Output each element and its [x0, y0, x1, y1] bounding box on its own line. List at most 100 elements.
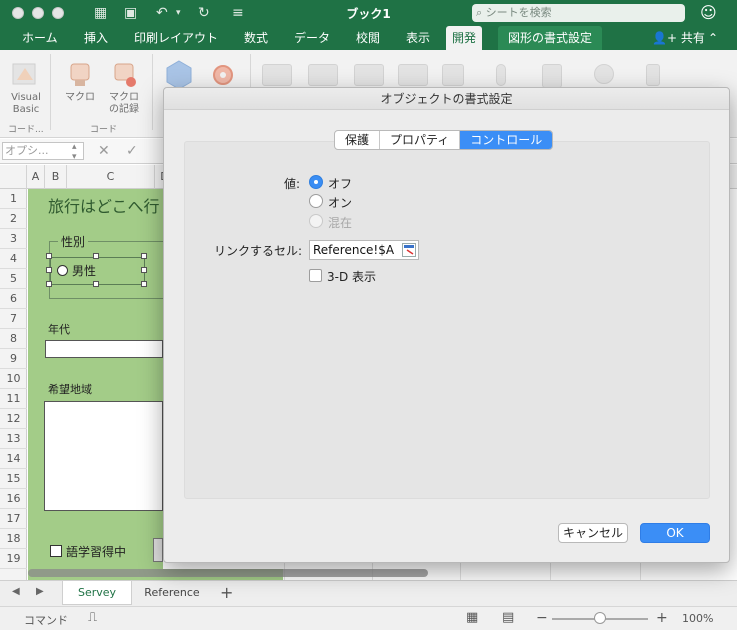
row-header[interactable]: 11: [0, 389, 27, 409]
feedback-smiley-icon[interactable]: ☺: [700, 3, 717, 22]
resize-handle[interactable]: [93, 253, 99, 259]
resize-handle[interactable]: [93, 281, 99, 287]
tab-page-layout[interactable]: 印刷レイアウト: [134, 26, 218, 50]
sheet-tab-reference[interactable]: Reference: [136, 581, 208, 605]
close-window-button[interactable]: [12, 7, 24, 19]
male-option-radio[interactable]: [57, 265, 68, 276]
cancel-formula-icon[interactable]: ✕: [98, 143, 110, 159]
row-header[interactable]: 9: [0, 349, 27, 369]
row-header[interactable]: 10: [0, 369, 27, 389]
row-header[interactable]: 17: [0, 509, 27, 529]
row-header[interactable]: 3: [0, 229, 27, 249]
record-macro-button[interactable]: マクロ の記録: [104, 60, 144, 116]
tab-protection[interactable]: 保護: [335, 131, 381, 149]
region-list-box[interactable]: [44, 401, 163, 511]
save-icon[interactable]: ▣: [124, 3, 137, 23]
list-box-control-icon[interactable]: [542, 64, 562, 88]
macro-record-icon[interactable]: ⎍: [88, 610, 97, 625]
confirm-formula-icon[interactable]: ✓: [126, 143, 138, 159]
zoom-in-icon[interactable]: +: [656, 610, 668, 626]
row-header[interactable]: 7: [0, 309, 27, 329]
tab-control[interactable]: コントロール: [460, 131, 553, 149]
zoom-out-icon[interactable]: −: [536, 610, 548, 626]
spinner-control-icon[interactable]: [646, 64, 660, 86]
language-checkbox[interactable]: [50, 545, 62, 557]
tab-review[interactable]: 校閲: [356, 26, 380, 50]
tab-shape-format[interactable]: 図形の書式設定: [498, 26, 603, 50]
row-header[interactable]: 2: [0, 209, 27, 229]
3d-shading-checkbox[interactable]: [309, 269, 322, 282]
add-sheet-icon[interactable]: +: [220, 583, 233, 602]
option-button-control-icon[interactable]: [594, 64, 614, 84]
name-box-stepper-icon[interactable]: ▴ ▾: [72, 142, 77, 162]
ok-button[interactable]: OK: [640, 523, 710, 543]
group-code-label: コード: [90, 125, 118, 135]
tab-insert[interactable]: 挿入: [84, 26, 108, 50]
label-control-icon[interactable]: [398, 64, 428, 86]
resize-handle[interactable]: [46, 267, 52, 273]
resize-handle[interactable]: [141, 253, 147, 259]
tab-formulas[interactable]: 数式: [244, 26, 268, 50]
column-header-b[interactable]: B: [45, 165, 67, 189]
column-header-a[interactable]: A: [27, 165, 45, 189]
horizontal-scrollbar[interactable]: [28, 569, 428, 577]
undo-icon[interactable]: ↶: [156, 3, 168, 23]
sheet-tab-servey[interactable]: Servey: [62, 581, 132, 605]
select-all-corner[interactable]: [0, 165, 27, 189]
resize-handle[interactable]: [46, 281, 52, 287]
column-header-c[interactable]: C: [67, 165, 155, 189]
normal-view-icon[interactable]: ▦: [466, 610, 478, 625]
resize-handle[interactable]: [141, 281, 147, 287]
row-header[interactable]: 19: [0, 549, 27, 569]
record-macro-label-1: マクロ: [109, 92, 139, 103]
row-header[interactable]: 14: [0, 449, 27, 469]
row-header[interactable]: 15: [0, 469, 27, 489]
submit-form-button[interactable]: [153, 538, 163, 562]
sidebar-icon[interactable]: ▦: [94, 3, 107, 23]
zoom-slider-thumb[interactable]: [594, 612, 606, 624]
row-header[interactable]: 18: [0, 529, 27, 549]
scroll-bar-control-icon[interactable]: [496, 64, 506, 86]
collapse-ribbon-icon[interactable]: ⌃: [708, 26, 718, 50]
collapse-dialog-icon[interactable]: [402, 243, 416, 257]
row-header[interactable]: 13: [0, 429, 27, 449]
redo-icon[interactable]: ↻: [198, 3, 210, 23]
language-label: 語学習得中: [66, 545, 127, 559]
customize-toolbar-icon[interactable]: ≡: [232, 3, 244, 23]
button-control-icon[interactable]: [262, 64, 292, 86]
cancel-button[interactable]: キャンセル: [558, 523, 628, 543]
macros-button[interactable]: マクロ: [60, 60, 100, 104]
page-layout-view-icon[interactable]: ▤: [502, 610, 514, 625]
value-on-radio[interactable]: [309, 194, 323, 208]
share-button[interactable]: 👤+ 共有: [652, 26, 705, 50]
row-header[interactable]: 5: [0, 269, 27, 289]
search-sheet-field[interactable]: ⌕ シートを検索: [472, 4, 685, 22]
combo-box-control-icon[interactable]: [354, 64, 384, 86]
value-off-radio[interactable]: [309, 175, 323, 189]
tab-developer[interactable]: 開発: [446, 26, 483, 50]
row-header[interactable]: 16: [0, 489, 27, 509]
row-header[interactable]: 8: [0, 329, 27, 349]
visual-basic-label-2: Basic: [12, 104, 40, 115]
row-header[interactable]: 12: [0, 409, 27, 429]
linked-cell-input[interactable]: Reference!$A: [309, 240, 419, 260]
zoom-window-button[interactable]: [52, 7, 64, 19]
tab-view[interactable]: 表示: [406, 26, 430, 50]
tab-home[interactable]: ホーム: [22, 26, 58, 50]
row-header[interactable]: 4: [0, 249, 27, 269]
share-label: 共有: [680, 31, 705, 45]
previous-sheet-icon[interactable]: ◀: [12, 586, 20, 597]
resize-handle[interactable]: [141, 267, 147, 273]
undo-dropdown-icon[interactable]: ▾: [176, 3, 181, 23]
resize-handle[interactable]: [46, 253, 52, 259]
age-dropdown[interactable]: [45, 340, 163, 358]
row-header[interactable]: 1: [0, 189, 27, 209]
checkbox-control-icon[interactable]: [442, 64, 464, 86]
minimize-window-button[interactable]: [32, 7, 44, 19]
tab-data[interactable]: データ: [294, 26, 330, 50]
row-header[interactable]: 6: [0, 289, 27, 309]
tab-properties[interactable]: プロパティ: [380, 131, 461, 149]
visual-basic-button[interactable]: Visual Basic: [6, 60, 46, 116]
next-sheet-icon[interactable]: ▶: [36, 586, 44, 597]
text-field-control-icon[interactable]: [308, 64, 338, 86]
